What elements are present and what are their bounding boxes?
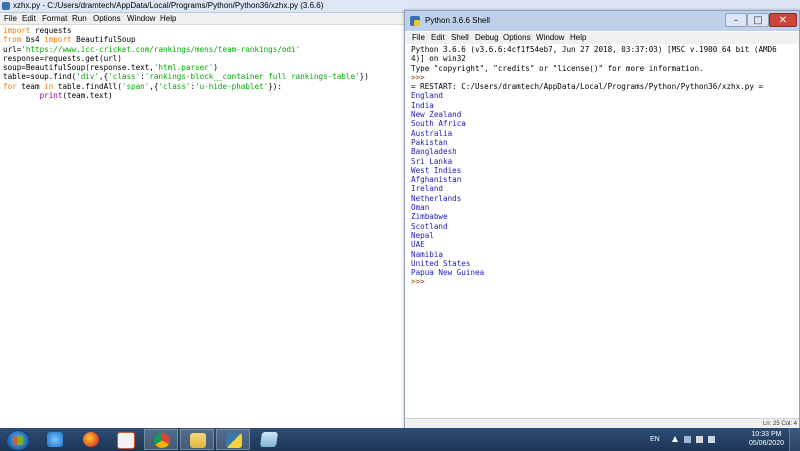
editor-menu-file[interactable]: File (4, 13, 17, 24)
system-tray: EN 10:33 PM 05/06/2020 (640, 428, 800, 451)
taskbar-python[interactable] (216, 429, 250, 450)
internet-explorer-icon (47, 432, 63, 447)
editor-title: xzhx.py - C:/Users/dramtech/AppData/Loca… (13, 1, 324, 10)
shell-prompt: >>> (411, 277, 425, 287)
shell-title: Python 3.6.6 Shell (425, 16, 490, 25)
team-output-line: Afghanistan (411, 175, 462, 185)
python-shell-icon (410, 16, 420, 26)
team-output-line: Ireland (411, 184, 444, 194)
taskbar-explorer[interactable] (180, 429, 214, 450)
team-output-line: Australia (411, 128, 453, 138)
team-output-line: Bangladesh (411, 147, 457, 157)
editor-menu-run[interactable]: Run (72, 13, 87, 24)
shell-menu-edit[interactable]: Edit (431, 32, 445, 43)
shell-window[interactable]: Python 3.6.6 Shell – □ ✕ File Edit Shell… (404, 10, 800, 430)
editor-menu-help[interactable]: Help (160, 13, 176, 24)
code-editor-text[interactable]: import requests from bs4 import Beautiful… (3, 26, 369, 100)
editor-menu-edit[interactable]: Edit (22, 13, 36, 24)
input-language[interactable]: EN (650, 428, 660, 451)
shell-titlebar[interactable]: Python 3.6.6 Shell – □ ✕ (405, 11, 799, 31)
shell-restart-line: = RESTART: C:/Users/dramtech/AppData/Loc… (411, 82, 764, 92)
team-output-line: Oman (411, 203, 430, 213)
clock[interactable]: 10:33 PM 05/06/2020 (749, 430, 784, 448)
code-line: soup=BeautifulSoup(response.text,'html.p… (3, 63, 218, 73)
taskbar-notepad[interactable] (252, 429, 286, 450)
media-player-icon (117, 432, 135, 449)
python-file-icon (2, 2, 10, 10)
notepad-icon (259, 432, 279, 447)
show-hidden-icons-icon[interactable] (672, 436, 678, 442)
team-output-line: Papua New Guinea (411, 268, 485, 278)
team-output-line: United States (411, 258, 471, 268)
shell-menu-debug[interactable]: Debug (475, 32, 499, 43)
chrome-icon (154, 433, 170, 448)
team-output-line: Sri Lanka (411, 156, 453, 166)
power-icon[interactable] (708, 436, 715, 443)
editor-menu-window[interactable]: Window (127, 13, 155, 24)
team-output-line: South Africa (411, 119, 466, 129)
code-line: url='https://www.icc-cricket.com/ranking… (3, 44, 301, 54)
team-output-line: West Indies (411, 165, 462, 175)
clock-date: 05/06/2020 (748, 440, 784, 447)
team-output-line: New Zealand (411, 110, 462, 120)
taskbar-ie[interactable] (38, 429, 72, 450)
clock-time: 10:33 PM (751, 431, 782, 438)
taskbar-firefox[interactable] (74, 429, 108, 450)
firefox-icon (83, 432, 99, 447)
shell-menu-file[interactable]: File (412, 32, 425, 43)
start-button[interactable] (6, 430, 30, 451)
shell-menubar: File Edit Shell Debug Options Window Hel… (405, 32, 799, 44)
team-output-line: Pakistan (411, 137, 448, 147)
team-output-line: Zimbabwe (411, 212, 448, 222)
code-line: from bs4 import BeautifulSoup (3, 35, 136, 45)
folder-icon (190, 433, 206, 448)
taskbar-media-player[interactable] (108, 429, 142, 450)
team-output-line: Namibia (411, 249, 444, 259)
python-icon (226, 433, 242, 448)
maximize-button[interactable]: □ (747, 13, 769, 27)
shell-banner-line: Python 3.6.6 (v3.6.6:4cf1f54eb7, Jun 27 … (411, 45, 777, 54)
team-output-line: Nepal (411, 230, 434, 240)
shell-output[interactable]: Python 3.6.6 (v3.6.6:4cf1f54eb7, Jun 27 … (411, 45, 777, 287)
taskbar: EN 10:33 PM 05/06/2020 (0, 428, 800, 451)
shell-banner-line: 4)] on win32 (411, 54, 466, 64)
shell-menu-window[interactable]: Window (536, 32, 564, 43)
show-desktop-button[interactable] (789, 428, 800, 451)
team-output-line: UAE (411, 240, 425, 250)
editor-menu-options[interactable]: Options (93, 13, 121, 24)
shell-menu-help[interactable]: Help (570, 32, 586, 43)
editor-menu-format[interactable]: Format (42, 13, 67, 24)
team-output-line: England (411, 91, 444, 101)
code-line: for team in table.findAll('span',{'class… (3, 81, 282, 91)
close-button[interactable]: ✕ (769, 13, 797, 27)
code-line: response=requests.get(url) (3, 53, 122, 63)
network-icon[interactable] (684, 436, 691, 443)
volume-icon[interactable] (696, 436, 703, 443)
shell-menu-shell[interactable]: Shell (451, 32, 469, 43)
team-output-line: Netherlands (411, 193, 462, 203)
code-line: table=soup.find('div',{'class':'rankings… (3, 72, 369, 82)
code-line: import requests (3, 26, 72, 35)
shell-banner-line: Type "copyright", "credits" or "license(… (411, 63, 704, 73)
team-output-line: India (411, 100, 434, 110)
taskbar-chrome[interactable] (144, 429, 178, 450)
shell-prompt: >>> (411, 72, 425, 82)
code-line: print(team.text) (39, 91, 113, 101)
shell-menu-options[interactable]: Options (503, 32, 531, 43)
team-output-line: Scotland (411, 221, 448, 231)
minimize-button[interactable]: – (725, 13, 747, 27)
